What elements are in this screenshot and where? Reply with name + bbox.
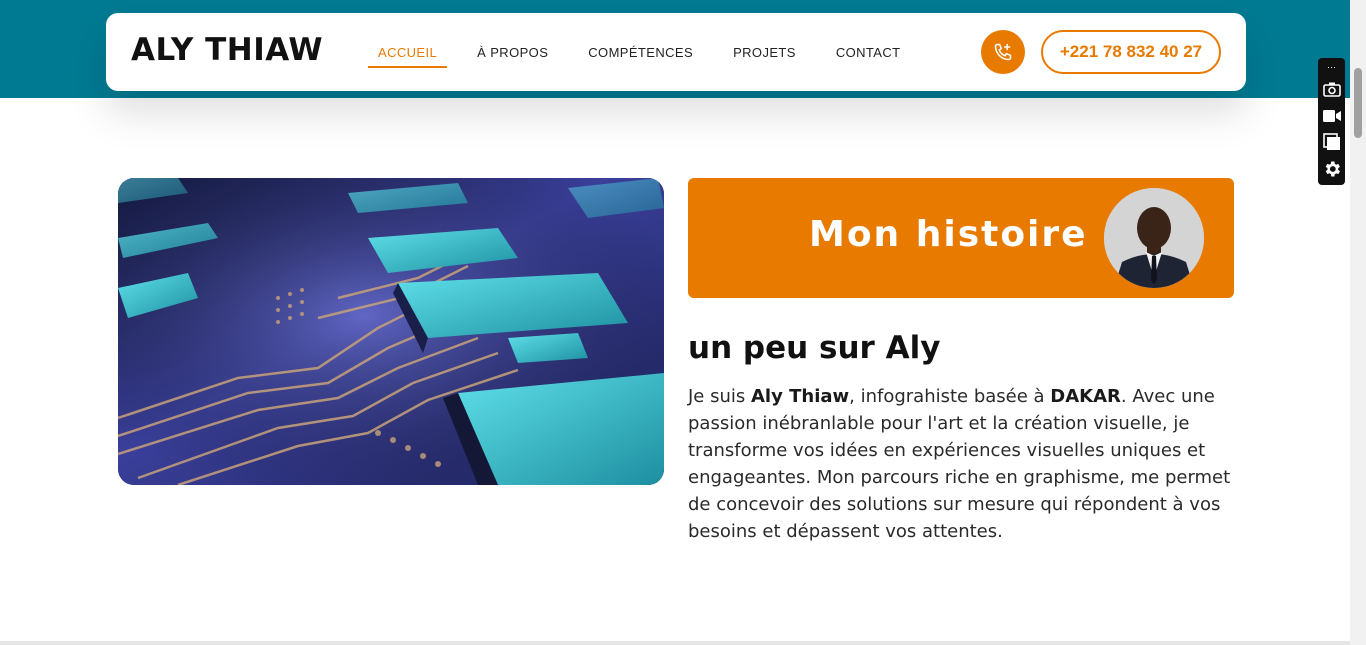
profile-avatar xyxy=(1104,188,1204,288)
phone-call-button[interactable] xyxy=(981,30,1025,74)
bio-intro: Je suis xyxy=(688,386,751,407)
section-subtitle: un peu sur Aly xyxy=(688,330,941,366)
bio-city: DAKAR xyxy=(1050,386,1121,407)
story-title: Mon histoire xyxy=(809,214,1088,255)
window-icon[interactable] xyxy=(1321,132,1343,154)
toolbar-more-icon[interactable]: ⋯ xyxy=(1321,62,1343,72)
nav-link-a-propos[interactable]: À PROPOS xyxy=(477,45,558,60)
navbar: ALY THIAW ACCUEIL À PROPOS COMPÉTENCES P… xyxy=(106,13,1246,91)
nav-link-competences[interactable]: COMPÉTENCES xyxy=(588,45,703,60)
circuit-board-image xyxy=(118,178,664,485)
bio-rest: . Avec une passion inébranlable pour l'a… xyxy=(688,386,1231,542)
nav-link-contact[interactable]: CONTACT xyxy=(836,45,911,60)
camera-icon[interactable] xyxy=(1321,78,1343,100)
gear-icon[interactable] xyxy=(1321,158,1343,180)
bottom-divider xyxy=(0,641,1350,645)
phone-plus-icon xyxy=(994,43,1012,61)
nav-link-accueil[interactable]: ACCUEIL xyxy=(368,45,448,68)
capture-toolbar: ⋯ xyxy=(1318,58,1345,185)
bio-name: Aly Thiaw xyxy=(751,386,850,407)
main-nav: ACCUEIL À PROPOS COMPÉTENCES PROJETS CON… xyxy=(368,13,941,91)
video-icon[interactable] xyxy=(1321,105,1343,127)
bio-paragraph: Je suis Aly Thiaw, infograhiste basée à … xyxy=(688,383,1238,545)
scrollbar-thumb[interactable] xyxy=(1354,68,1362,138)
bio-middle: , infograhiste basée à xyxy=(849,386,1051,407)
story-card: Mon histoire xyxy=(688,178,1234,298)
phone-number-button[interactable]: +221 78 832 40 27 xyxy=(1041,30,1221,74)
nav-link-projets[interactable]: PROJETS xyxy=(733,45,806,60)
site-logo-text[interactable]: ALY THIAW xyxy=(131,32,323,68)
